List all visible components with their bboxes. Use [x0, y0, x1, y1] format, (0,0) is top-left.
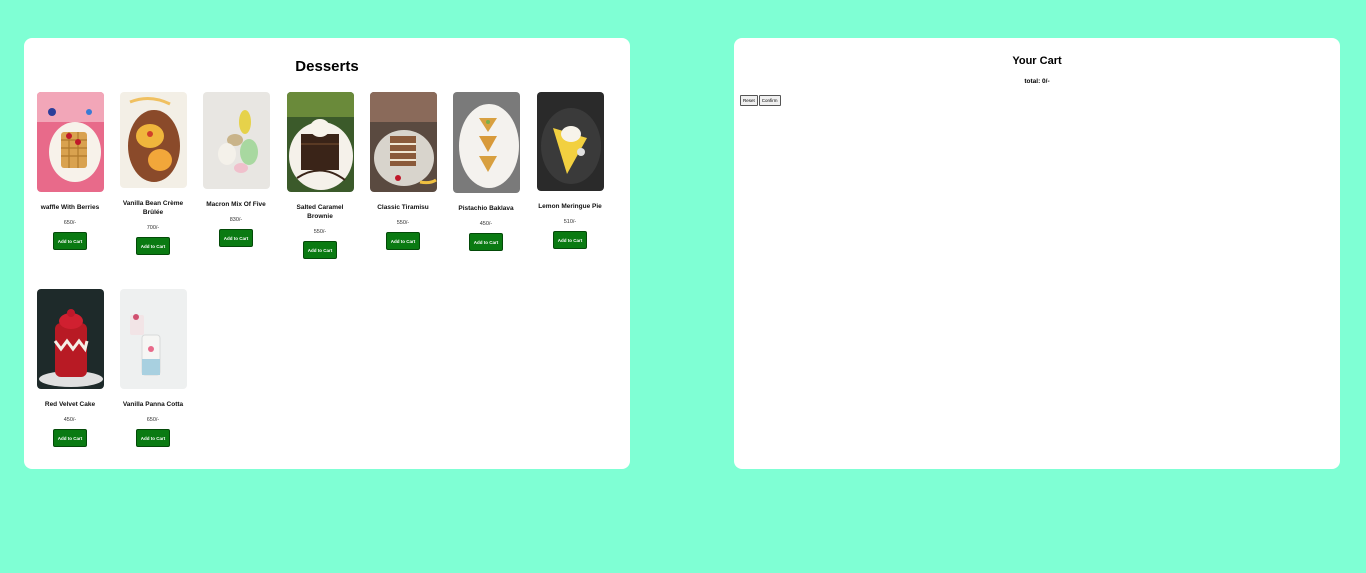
add-to-cart-button[interactable]: Add to Cart [53, 429, 87, 447]
product-name: waffle With Berries [40, 204, 100, 211]
add-to-cart-button[interactable]: Add to Cart [553, 231, 587, 249]
product-price: 650/- [63, 220, 77, 226]
product-name: Vanilla Bean Crème Brûlée [122, 200, 184, 216]
product-name: Red Velvet Cake [44, 401, 96, 408]
lemon-pie-image [536, 92, 604, 191]
add-to-cart-button[interactable]: Add to Cart [219, 229, 253, 247]
cart-total: total: 0/- [1024, 78, 1050, 85]
product-price: 550/- [396, 220, 410, 226]
add-to-cart-button[interactable]: Add to Cart [53, 232, 87, 250]
product-price: 700/- [146, 225, 160, 231]
product-card: Pistachio Baklava 450/- Add to Cart [451, 92, 521, 251]
confirm-button[interactable]: Confirm [758, 95, 781, 106]
product-card: Salted Caramel Brownie 550/- Add to Cart [285, 92, 355, 259]
panna-cotta-image [119, 289, 187, 389]
product-card: Lemon Meringue Pie 510/- Add to Cart [535, 92, 605, 249]
macaron-image [202, 92, 270, 189]
product-price: 550/- [313, 229, 327, 235]
red-velvet-image [36, 289, 104, 389]
menu-title: Desserts [295, 58, 359, 75]
product-price: 650/- [146, 417, 160, 423]
baklava-image [452, 92, 520, 193]
add-to-cart-button[interactable]: Add to Cart [469, 233, 503, 251]
product-card: waffle With Berries 650/- Add to Cart [35, 92, 105, 250]
product-name: Lemon Meringue Pie [538, 203, 602, 210]
reset-button[interactable]: Reset [740, 95, 758, 106]
tiramisu-image [369, 92, 437, 192]
brownie-image [286, 92, 354, 192]
product-card: Vanilla Panna Cotta 650/- Add to Cart [118, 289, 188, 447]
product-name: Macron Mix Of Five [206, 201, 266, 208]
product-name: Vanilla Panna Cotta [122, 401, 184, 408]
add-to-cart-button[interactable]: Add to Cart [386, 232, 420, 250]
cart-panel: Your Cart total: 0/- Reset Confirm [734, 38, 1340, 469]
waffle-image [36, 92, 104, 192]
product-name: Classic Tiramisu [377, 204, 429, 211]
product-price: 450/- [63, 417, 77, 423]
product-price: 510/- [563, 219, 577, 225]
cart-title: Your Cart [1012, 55, 1062, 67]
product-card: Red Velvet Cake 450/- Add to Cart [35, 289, 105, 447]
product-card: Classic Tiramisu 550/- Add to Cart [368, 92, 438, 250]
product-card: Macron Mix Of Five 830/- Add to Cart [201, 92, 271, 247]
add-to-cart-button[interactable]: Add to Cart [136, 429, 170, 447]
product-price: 450/- [479, 221, 493, 227]
product-name: Salted Caramel Brownie [296, 204, 344, 220]
add-to-cart-button[interactable]: Add to Cart [303, 241, 337, 259]
product-name: Pistachio Baklava [458, 205, 514, 212]
menu-panel: Desserts waffle With Berries 650/- Add t… [24, 38, 630, 469]
creme-brulee-image [119, 92, 187, 188]
cart-actions: Reset Confirm [740, 95, 781, 106]
product-card: Vanilla Bean Crème Brûlée 700/- Add to C… [118, 92, 188, 255]
add-to-cart-button[interactable]: Add to Cart [136, 237, 170, 255]
product-price: 830/- [229, 217, 243, 223]
